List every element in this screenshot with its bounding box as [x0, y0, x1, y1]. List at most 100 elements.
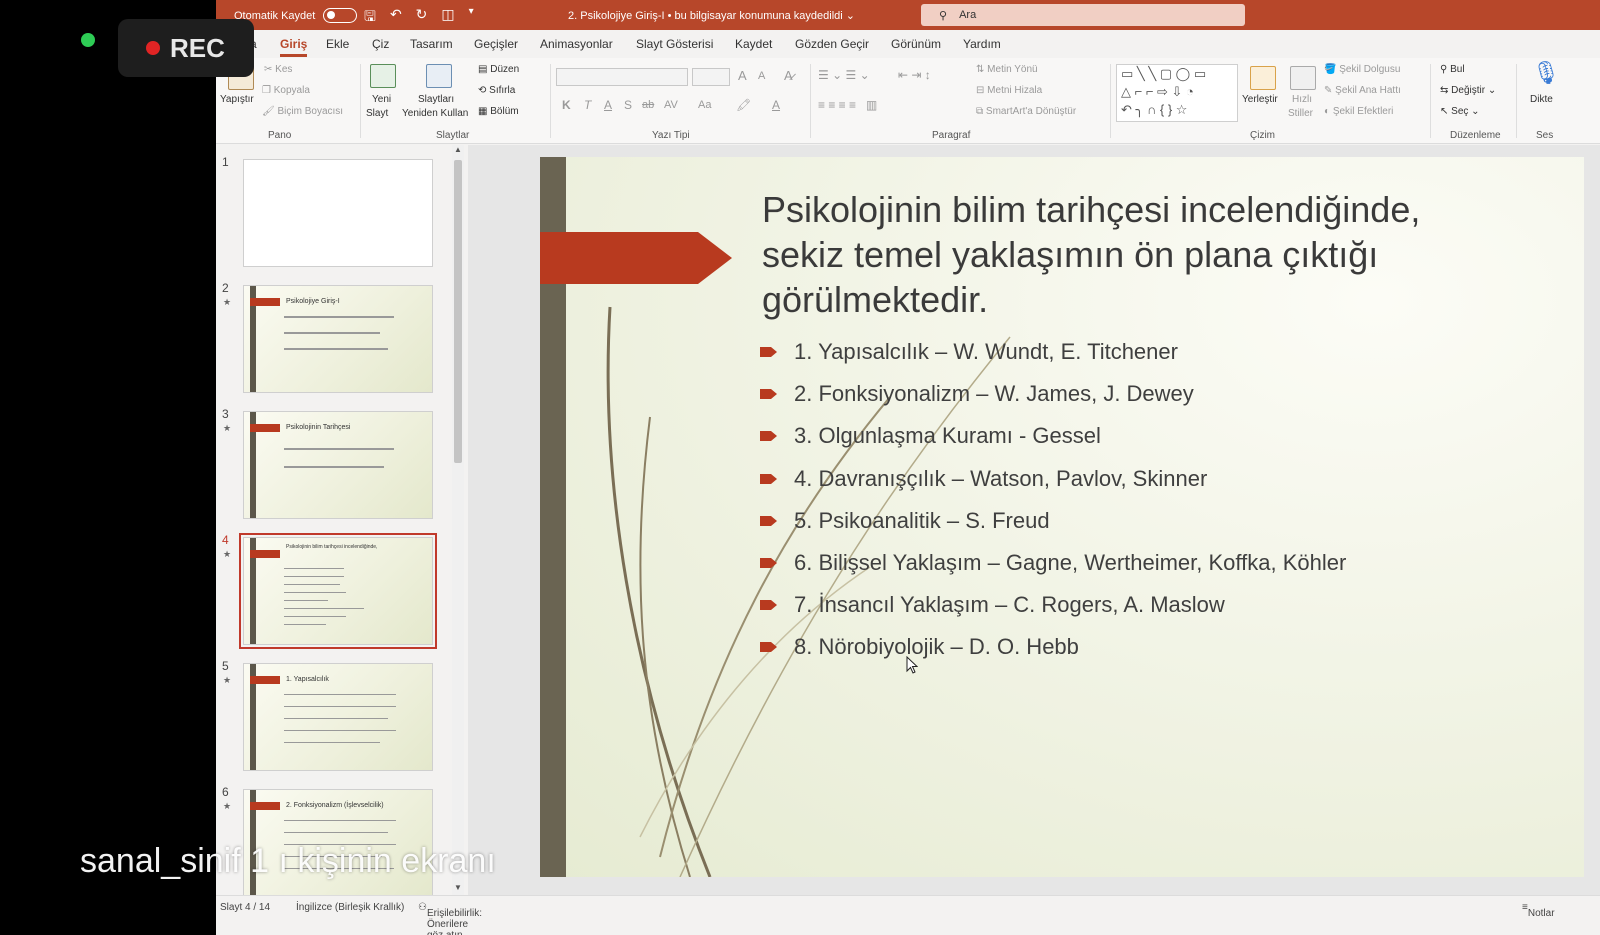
align-icons[interactable]: ≡ ≡ ≡ ≡ ▥ — [818, 98, 877, 112]
tab-home[interactable]: Giriş — [280, 37, 308, 57]
notes-button[interactable]: ≡ Notlar — [1522, 902, 1555, 919]
tab-help[interactable]: Yardım — [963, 37, 1001, 51]
grow-font-button[interactable]: A — [738, 68, 747, 83]
quick-styles-icon[interactable] — [1290, 66, 1316, 90]
italic-button[interactable]: T — [584, 98, 591, 112]
text-direction-button[interactable]: ⇅ Metin Yönü — [976, 64, 1038, 75]
change-case-button[interactable]: Aa — [698, 99, 711, 111]
slide-thumbnail-4[interactable]: Psikolojinin bilim tarihçesi incelendiği… — [239, 533, 437, 649]
underline-button[interactable]: A — [604, 98, 612, 112]
new-slide-icon[interactable] — [370, 64, 396, 88]
accessibility-label: Erişilebilirlik: Önerilere göz atın — [426, 908, 482, 935]
group-label-drawing: Çizim — [1250, 130, 1275, 141]
slide-thumbnail-5[interactable]: 1. Yapısalcılık — [243, 663, 433, 771]
arrange-button[interactable]: Yerleştir — [1242, 94, 1278, 105]
shadow-button[interactable]: S — [624, 98, 632, 112]
autosave-toggle[interactable] — [323, 8, 358, 23]
text-direction-label: Metin Yönü — [987, 64, 1038, 75]
bullets-icon[interactable]: ☰ ⌄ ☰ ⌄ — [818, 68, 870, 82]
layout-button[interactable]: ▤ Düzen — [478, 64, 519, 75]
save-icon[interactable]: 🖫 — [364, 6, 376, 30]
arrange-icon[interactable] — [1250, 66, 1276, 90]
format-painter-button[interactable]: 🖌 Biçim Boyacısı — [262, 106, 343, 117]
reuse-slides-icon[interactable] — [426, 64, 452, 88]
new-slide-button-line2[interactable]: Slayt — [366, 108, 388, 119]
slide-title[interactable]: Psikolojinin bilim tarihçesi incelendiği… — [762, 187, 1572, 322]
document-title[interactable]: 2. Psikolojiye Giriş-I • bu bilgisayar k… — [568, 9, 855, 22]
highlight-icon[interactable]: 🖍 — [736, 98, 751, 112]
bullet-arrow-icon — [760, 557, 777, 568]
ribbon: Yapıştır ✂ Kes ❐ Kopyala 🖌 Biçim Boyacıs… — [216, 58, 1600, 144]
char-spacing-button[interactable]: AV — [664, 99, 678, 111]
reuse-slides-button-line2[interactable]: Yeniden Kullan — [402, 108, 468, 119]
microphone-icon[interactable]: 🎙 — [1532, 60, 1560, 86]
dictate-button[interactable]: Dikte — [1530, 94, 1553, 105]
thumbnail-number: 5 — [222, 659, 229, 673]
format-painter-label: Biçim Boyacısı — [277, 106, 344, 117]
language-indicator[interactable]: İngilizce (Birleşik Krallık) — [296, 902, 404, 913]
cut-button[interactable]: ✂ Kes — [264, 64, 292, 75]
replace-button[interactable]: ⇆ Değiştir ⌄ — [1440, 85, 1496, 96]
ribbon-separator — [550, 64, 551, 138]
shrink-font-button[interactable]: A — [758, 70, 765, 82]
tab-draw[interactable]: Çiz — [372, 37, 389, 51]
slide-thumbnail-1[interactable] — [243, 159, 433, 267]
smartart-button[interactable]: ⧉ SmartArt'a Dönüştür — [976, 106, 1076, 117]
shape-outline-label: Şekil Ana Hattı — [1335, 85, 1401, 96]
select-button[interactable]: ↖ Seç ⌄ — [1440, 106, 1480, 117]
thumbnail-number: 2 — [222, 281, 229, 295]
tab-view[interactable]: Görünüm — [891, 37, 941, 51]
find-button[interactable]: ⚲ Bul — [1440, 64, 1465, 75]
shape-fill-button[interactable]: 🪣 Şekil Dolgusu — [1324, 64, 1400, 75]
copy-button[interactable]: ❐ Kopyala — [262, 85, 310, 96]
font-color-icon[interactable]: A — [772, 98, 780, 112]
ribbon-separator — [1110, 64, 1111, 138]
font-size-select[interactable] — [692, 68, 730, 86]
align-text-label: Metni Hizala — [987, 85, 1043, 96]
clear-format-icon[interactable]: A̷ — [784, 68, 793, 83]
section-button[interactable]: ▦ Bölüm — [478, 106, 519, 117]
scroll-down-icon[interactable]: ▼ — [454, 883, 462, 892]
redo-icon[interactable]: ↻ — [416, 6, 428, 30]
indent-icon[interactable]: ⇤ ⇥ ↕ — [898, 68, 931, 82]
tab-animations[interactable]: Animasyonlar — [540, 37, 613, 51]
quick-styles-button[interactable]: Hızlı — [1292, 94, 1312, 105]
tab-insert[interactable]: Ekle — [326, 37, 349, 51]
slide-thumbnail-3[interactable]: Psikolojinin Tarihçesi — [243, 411, 433, 519]
slide-thumbnail-2[interactable]: Psikolojiye Giriş-I — [243, 285, 433, 393]
quick-styles-button-line2[interactable]: Stiller — [1288, 108, 1313, 119]
tab-design[interactable]: Tasarım — [410, 37, 453, 51]
scrollbar-thumb[interactable] — [454, 160, 462, 463]
ribbon-tabs: a Giriş Ekle Çiz Tasarım Geçişler Animas… — [216, 30, 1600, 58]
tab-record[interactable]: Kaydet — [735, 37, 772, 51]
layout-label: Düzen — [490, 64, 520, 75]
undo-icon[interactable]: ↶ — [390, 6, 402, 30]
shapes-gallery[interactable]: ▭ ╲ ╲ ▢ ◯ ▭ △ ⌐ ⌐ ⇨ ⇩ ◔ ↶ ╮ ∩ { } ☆ — [1116, 64, 1238, 122]
thumbnail-title: Psikolojinin bilim tarihçesi incelendiği… — [286, 544, 378, 550]
reset-button[interactable]: ⟲ Sıfırla — [478, 85, 515, 96]
reuse-slides-button[interactable]: Slaytları — [418, 94, 454, 105]
align-text-button[interactable]: ⊟ Metni Hizala — [976, 85, 1042, 96]
shape-outline-button[interactable]: ✎ Şekil Ana Hattı — [1324, 85, 1401, 96]
present-icon[interactable]: ◫ — [441, 6, 454, 30]
strikethrough-button[interactable]: ab — [642, 99, 654, 111]
accessibility-status[interactable]: ⚇ Erişilebilirlik: Önerilere göz atın — [418, 902, 482, 935]
font-family-select[interactable] — [556, 68, 688, 86]
bullet-text: 4. Davranışçılık – Watson, Pavlov, Skinn… — [794, 465, 1208, 491]
find-label: Bul — [1450, 64, 1465, 75]
slide-bullet-list[interactable]: 1. Yapısalcılık – W. Wundt, E. Titchener… — [758, 339, 1346, 677]
search-box[interactable]: ⚲ Ara — [921, 4, 1245, 26]
tab-transitions[interactable]: Geçişler — [474, 37, 518, 51]
status-bar: Slayt 4 / 14 İngilizce (Birleşik Krallık… — [216, 895, 1600, 935]
tab-slideshow[interactable]: Slayt Gösterisi — [636, 37, 713, 51]
bold-button[interactable]: K — [562, 98, 571, 112]
paste-button[interactable]: Yapıştır — [220, 94, 254, 105]
new-slide-button[interactable]: Yeni — [372, 94, 391, 105]
scroll-up-icon[interactable]: ▲ — [454, 145, 462, 154]
current-slide[interactable]: Psikolojinin bilim tarihçesi incelendiği… — [540, 157, 1584, 877]
tab-review[interactable]: Gözden Geçir — [795, 37, 869, 51]
shape-effects-button[interactable]: ◐ Şekil Efektleri — [1324, 106, 1393, 117]
autosave-control[interactable]: Otomatik Kaydet — [234, 8, 358, 23]
customize-qat-icon[interactable]: ▾ — [469, 6, 474, 30]
animation-star-icon: ★ — [223, 675, 232, 685]
